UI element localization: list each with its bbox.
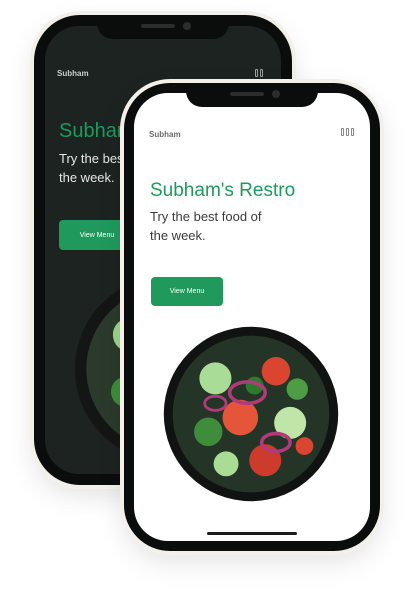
hero-subtitle-line2: the week.	[150, 227, 206, 243]
phone-screen-light: Subham Subham's Restro Try the best food…	[134, 93, 370, 541]
home-indicator	[207, 532, 297, 535]
menu-grid-icon[interactable]	[341, 128, 354, 136]
salad-bowl-icon	[162, 325, 340, 503]
hero-subtitle-line1: Try the best food of	[150, 209, 262, 224]
view-menu-button[interactable]: View Menu	[151, 277, 223, 306]
phone-notch	[97, 15, 229, 39]
hero-subtitle-line2: the week.	[59, 169, 115, 185]
phone-mockup-light: Subham Subham's Restro Try the best food…	[124, 83, 380, 551]
brand-logo[interactable]: Subham	[57, 69, 89, 78]
menu-grid-icon[interactable]	[255, 69, 263, 77]
phone-notch	[186, 83, 318, 107]
hero-title: Subham's Restro	[150, 180, 296, 201]
hero-subtitle: Try the best food of the week.	[150, 208, 350, 246]
brand-logo[interactable]: Subham	[149, 130, 181, 139]
